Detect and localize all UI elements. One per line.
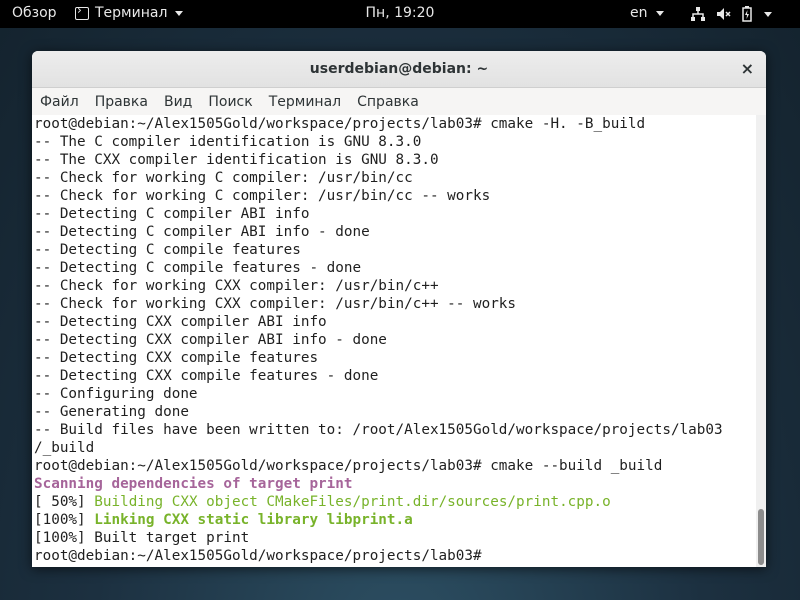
terminal-line: -- The C compiler identification is GNU … bbox=[34, 134, 422, 150]
close-icon[interactable]: × bbox=[741, 59, 754, 78]
progress-prefix: [100%] bbox=[34, 512, 95, 528]
terminal-line: -- Detecting C compile features bbox=[34, 242, 301, 258]
menu-terminal[interactable]: Терминал bbox=[269, 88, 349, 115]
app-menu[interactable]: Терминал bbox=[75, 3, 184, 21]
terminal-line: [100%] Linking CXX static library libpri… bbox=[34, 511, 756, 529]
window-title: userdebian@debian: ~ bbox=[309, 61, 489, 77]
scrollbar-thumb[interactable] bbox=[758, 509, 764, 565]
terminal-line: -- Configuring done bbox=[34, 386, 198, 402]
menu-view[interactable]: Вид bbox=[164, 88, 200, 115]
terminal-line: -- Detecting CXX compiler ABI info bbox=[34, 314, 327, 330]
terminal-line: -- Detecting CXX compile features bbox=[34, 350, 319, 366]
menu-search[interactable]: Поиск bbox=[208, 88, 260, 115]
terminal-output[interactable]: root@debian:~/Alex1505Gold/workspace/pro… bbox=[32, 115, 756, 567]
network-icon bbox=[691, 7, 705, 21]
battery-icon bbox=[742, 6, 752, 22]
top-bar: Обзор Терминал Пн, 19:20 en bbox=[0, 0, 800, 28]
build-message: Building CXX object CMakeFiles/print.dir… bbox=[94, 494, 611, 510]
chevron-down-icon bbox=[655, 10, 664, 16]
chevron-down-icon bbox=[175, 10, 184, 16]
terminal-line: -- Check for working CXX compiler: /usr/… bbox=[34, 296, 517, 312]
terminal-line: -- Detecting CXX compile features - done bbox=[34, 368, 379, 384]
keyboard-layout-indicator[interactable]: en bbox=[630, 5, 664, 21]
keyboard-layout-label: en bbox=[630, 5, 648, 21]
link-message: Linking CXX static library libprint.a bbox=[94, 512, 413, 528]
terminal-line: -- Generating done bbox=[34, 404, 189, 420]
window-titlebar[interactable]: userdebian@debian: ~ × bbox=[32, 51, 766, 88]
chevron-down-icon bbox=[764, 11, 772, 17]
menu-bar: Файл Правка Вид Поиск Терминал Справка bbox=[32, 88, 766, 116]
menu-edit[interactable]: Правка bbox=[95, 88, 156, 115]
system-menu[interactable] bbox=[690, 6, 772, 22]
activities-button[interactable]: Обзор bbox=[12, 5, 57, 21]
terminal-line: [ 50%] Building CXX object CMakeFiles/pr… bbox=[34, 493, 756, 511]
terminal-icon bbox=[75, 3, 89, 20]
terminal-line: -- Detecting C compiler ABI info bbox=[34, 206, 310, 222]
terminal-line: [100%] Built target print bbox=[34, 530, 250, 546]
terminal-line: Scanning dependencies of target print bbox=[34, 476, 353, 492]
clock[interactable]: Пн, 19:20 bbox=[366, 5, 435, 21]
terminal-window: userdebian@debian: ~ × Файл Правка Вид П… bbox=[32, 51, 766, 567]
terminal-line: -- Check for working CXX compiler: /usr/… bbox=[34, 278, 439, 294]
terminal-prompt[interactable]: root@debian:~/Alex1505Gold/workspace/pro… bbox=[34, 547, 756, 565]
terminal-line: /_build bbox=[34, 440, 95, 456]
terminal-line: -- The CXX compiler identification is GN… bbox=[34, 152, 439, 168]
terminal-line: -- Detecting C compile features - done bbox=[34, 260, 362, 276]
progress-prefix: [ 50%] bbox=[34, 494, 95, 510]
terminal-line: -- Check for working C compiler: /usr/bi… bbox=[34, 188, 491, 204]
menu-help[interactable]: Справка bbox=[357, 88, 427, 115]
menu-file[interactable]: Файл bbox=[40, 88, 87, 115]
volume-muted-icon bbox=[717, 8, 731, 20]
scrollbar[interactable] bbox=[756, 115, 766, 567]
terminal-line: -- Check for working C compiler: /usr/bi… bbox=[34, 170, 413, 186]
terminal-line: -- Detecting CXX compiler ABI info - don… bbox=[34, 332, 387, 348]
terminal-line: root@debian:~/Alex1505Gold/workspace/pro… bbox=[34, 116, 646, 132]
app-menu-label: Терминал bbox=[95, 5, 168, 21]
terminal-line: -- Build files have been written to: /ro… bbox=[34, 422, 723, 438]
terminal-line: -- Detecting C compiler ABI info - done bbox=[34, 224, 370, 240]
terminal-line: root@debian:~/Alex1505Gold/workspace/pro… bbox=[34, 458, 663, 474]
